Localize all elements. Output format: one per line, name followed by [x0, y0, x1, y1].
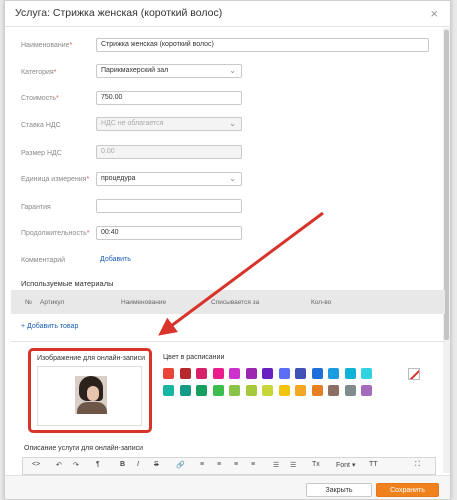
no-color-swatch[interactable]	[408, 368, 420, 380]
color-swatch[interactable]	[163, 385, 174, 396]
comment-label: Комментарий	[21, 257, 66, 264]
category-select[interactable]: Парикмахерский зал ⌄	[96, 64, 242, 78]
color-swatch[interactable]	[328, 385, 339, 396]
color-swatch[interactable]	[295, 385, 306, 396]
chevron-down-icon: ⌄	[229, 119, 236, 128]
color-swatch[interactable]	[328, 368, 339, 379]
color-swatch[interactable]	[229, 385, 240, 396]
strikethrough-icon[interactable]: S	[154, 461, 159, 468]
align-center-icon[interactable]: ≡	[217, 461, 221, 468]
color-swatch[interactable]	[163, 368, 174, 379]
link-icon[interactable]: 🔗	[176, 461, 185, 469]
chevron-down-icon: ⌄	[229, 174, 236, 183]
online-image-section: Изображение для онлайн-записи	[28, 348, 152, 433]
undo-icon[interactable]: ↶	[56, 461, 62, 469]
online-image-label: Изображение для онлайн-записи	[37, 355, 146, 362]
numbered-list-icon[interactable]: ☰	[290, 461, 296, 469]
col-writeoff: Списывается за	[211, 299, 260, 306]
chevron-down-icon: ⌄	[229, 66, 236, 75]
materials-title: Используемые материалы	[21, 279, 114, 288]
cost-input[interactable]: 750.00	[96, 91, 242, 105]
duration-label: Продолжительность*	[21, 230, 90, 237]
dialog-footer: Закрыть Сохранить	[5, 475, 450, 499]
color-swatch[interactable]	[278, 368, 290, 379]
service-photo	[75, 376, 107, 414]
editor-toolbar: <> ↶ ↷ ¶ B I S 🔗 ≡ ≡ ≡ ≡ ☰ ☰ Tx Font ▾ T…	[22, 457, 436, 475]
materials-table-header: № Артикул Наименование Списывается за Ко…	[11, 290, 445, 314]
col-name: Наименование	[121, 299, 167, 306]
color-swatch[interactable]	[278, 385, 290, 396]
scrollbar[interactable]	[443, 28, 450, 473]
color-swatch[interactable]	[245, 385, 257, 396]
color-swatch[interactable]	[311, 368, 323, 379]
color-swatch[interactable]	[295, 368, 306, 379]
col-qty: Кол-во	[311, 299, 332, 306]
unit-select[interactable]: процедура ⌄	[96, 172, 242, 186]
vat-rate-select: НДС не облагается ⌄	[96, 117, 242, 131]
dialog-header: Услуга: Стрижка женская (короткий волос)…	[5, 1, 450, 27]
align-justify-icon[interactable]: ≡	[251, 461, 255, 468]
description-label: Описание услуги для онлайн-записи	[24, 445, 144, 452]
close-button[interactable]: Закрыть	[306, 483, 372, 497]
color-swatch[interactable]	[262, 368, 273, 379]
dialog-title: Услуга: Стрижка женская (короткий волос)	[15, 7, 223, 19]
warranty-input[interactable]	[96, 199, 242, 213]
clear-format-icon[interactable]: Tx	[312, 461, 320, 468]
cost-label: Стоимость*	[21, 95, 59, 102]
color-swatch[interactable]	[344, 385, 356, 396]
source-code-icon[interactable]: <>	[32, 461, 40, 468]
vat-rate-label: Ставка НДС	[21, 122, 61, 129]
col-number: №	[25, 299, 32, 306]
close-icon[interactable]: ×	[430, 6, 438, 21]
color-swatch[interactable]	[212, 368, 224, 379]
color-swatch[interactable]	[361, 368, 372, 379]
unit-label: Единица измерения*	[21, 176, 90, 183]
col-article: Артикул	[40, 299, 65, 306]
name-label: Наименование*	[21, 42, 73, 49]
redo-icon[interactable]: ↷	[73, 461, 79, 469]
add-comment-link[interactable]: Добавить	[100, 256, 131, 263]
color-swatch[interactable]	[196, 385, 207, 396]
italic-icon[interactable]: I	[137, 461, 139, 468]
add-product-link[interactable]: + Добавить товар	[21, 323, 78, 330]
font-dropdown[interactable]: Font ▾	[336, 461, 355, 469]
image-upload-area[interactable]	[37, 366, 142, 426]
category-label: Категория*	[21, 69, 57, 76]
color-swatch[interactable]	[179, 368, 191, 379]
service-dialog: Услуга: Стрижка женская (короткий волос)…	[4, 0, 451, 500]
color-swatch[interactable]	[179, 385, 191, 396]
paragraph-icon[interactable]: ¶	[96, 461, 100, 468]
color-swatch[interactable]	[344, 368, 356, 379]
save-button[interactable]: Сохранить	[376, 483, 439, 497]
color-swatch[interactable]	[212, 385, 224, 396]
duration-input[interactable]: 00:40	[96, 226, 242, 240]
name-input[interactable]: Стрижка женская (короткий волос)	[96, 38, 429, 52]
align-left-icon[interactable]: ≡	[200, 461, 204, 468]
color-swatch[interactable]	[229, 368, 240, 379]
color-swatch[interactable]	[262, 385, 273, 396]
fullscreen-icon[interactable]: ⛶	[415, 461, 420, 469]
color-swatch[interactable]	[196, 368, 207, 379]
color-swatch[interactable]	[311, 385, 323, 396]
align-right-icon[interactable]: ≡	[234, 461, 238, 468]
bold-icon[interactable]: B	[120, 461, 125, 468]
vat-amount-label: Размер НДС	[21, 150, 62, 157]
vat-amount-input: 0.00	[96, 145, 242, 159]
text-size-icon[interactable]: TT	[369, 461, 378, 468]
divider	[11, 341, 445, 342]
bullet-list-icon[interactable]: ☰	[273, 461, 279, 469]
warranty-label: Гарантия	[21, 204, 51, 211]
color-swatch[interactable]	[361, 385, 372, 396]
schedule-color-label: Цвет в расписании	[163, 354, 225, 361]
color-swatch[interactable]	[245, 368, 257, 379]
